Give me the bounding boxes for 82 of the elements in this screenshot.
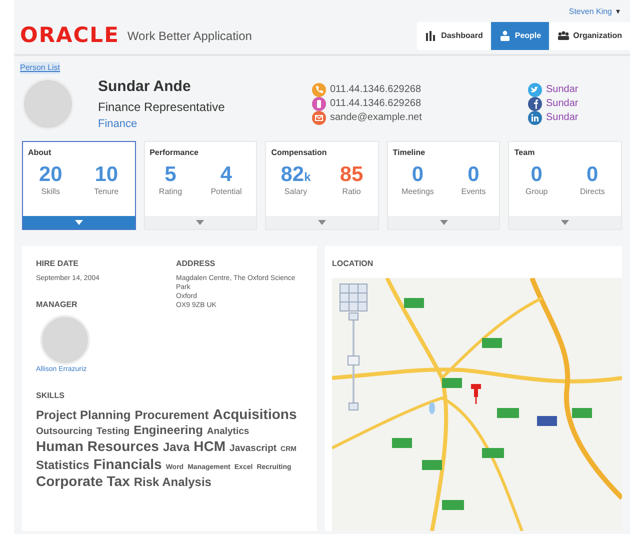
metric-card[interactable]: Timeline 0 Meetings 0 Events [386, 140, 500, 230]
card-title: Team [513, 146, 536, 158]
field-label: SKILLS [36, 390, 66, 402]
metric-label: Ratio [342, 186, 361, 198]
nav-tab[interactable]: People [490, 22, 550, 50]
skill-tag: Outsourcing [36, 426, 92, 438]
mail-icon [312, 111, 326, 125]
logo: ORACLE [20, 22, 120, 50]
skill-tag: Financials [93, 456, 162, 473]
bar-chart-icon [425, 30, 438, 42]
metric-label: Tenure [94, 186, 119, 198]
bird-icon [528, 83, 542, 97]
app-title: Work Better Application [127, 28, 252, 45]
metric-card[interactable]: Performance 5 Rating 4 Potential [144, 140, 258, 230]
phone-number: 011.44.1346.629268 [330, 97, 422, 111]
skill-tag: Javascript [230, 443, 277, 455]
skill-tag: Java [162, 440, 190, 455]
social-in-icon [528, 111, 542, 125]
metric-value: 10 [94, 162, 118, 186]
metric-value: 20 [38, 162, 62, 186]
map-zoom-control[interactable] [340, 283, 368, 410]
metric-label: Salary [284, 186, 308, 198]
field-label: LOCATION [332, 258, 374, 270]
card-title: Performance [148, 146, 200, 158]
mobile-icon [312, 97, 326, 111]
pushpin-icon [471, 384, 481, 404]
field-label: MANAGER [36, 298, 78, 310]
social-link[interactable]: Sundar [546, 97, 578, 111]
field-label: ADDRESS [176, 258, 216, 270]
person-name: Sundar Ande [98, 76, 192, 96]
metric-label: Rating [158, 186, 182, 198]
email-link[interactable]: sande@example.net [330, 111, 422, 125]
metric-label: Skills [41, 186, 60, 198]
caret-down-icon [74, 220, 83, 224]
skill-tag: Human Resources [36, 438, 159, 456]
caret-down-icon [196, 220, 204, 224]
skill-tag: HCM [194, 438, 226, 456]
caret-down-icon [440, 220, 448, 224]
card-title: Compensation [270, 146, 328, 158]
skill-tag: Risk Analysis [134, 475, 212, 490]
metric-value: 0 [530, 162, 542, 186]
metric-label: Meetings [401, 186, 434, 198]
phone-number: 011.44.1346.629268 [330, 83, 422, 97]
social-link[interactable]: Sundar [546, 83, 578, 97]
card-title: Timeline [392, 146, 426, 158]
job-title: Finance Representative [98, 99, 226, 116]
metric-card[interactable]: Team 0 Group 0 Directs [508, 140, 622, 230]
metric-label: Directs [580, 186, 605, 198]
metric-value: 0 [412, 162, 424, 186]
caret-down-icon [561, 220, 570, 224]
skill-tag: Acquisitions [212, 406, 297, 423]
skill-tag: Procurement [134, 408, 209, 422]
skill-tag: Analytics [206, 426, 250, 438]
department-link[interactable]: Finance [98, 116, 288, 132]
person-icon [498, 30, 511, 42]
metric-value: 4 [220, 162, 232, 186]
social-link[interactable]: Sundar [546, 111, 578, 125]
people-group-icon [557, 30, 570, 42]
caret-down-icon [318, 220, 326, 224]
nav-tab[interactable]: Organization [549, 22, 630, 50]
breadcrumb-link[interactable]: Person List [20, 62, 60, 74]
user-menu[interactable]: Steven King [568, 6, 612, 18]
phone-icon [312, 83, 326, 97]
field-label: HIRE DATE [36, 258, 80, 270]
card-title: About [27, 146, 52, 158]
skill-tag: Engineering [134, 423, 203, 438]
metric-value: 0 [468, 162, 480, 186]
social-f-icon [528, 97, 542, 111]
metric-label: Potential [210, 186, 242, 198]
metric-value: 0 [586, 162, 598, 186]
metric-label: Group [525, 186, 548, 198]
skill-tag: Testing [96, 426, 130, 438]
avatar-placeholder [40, 314, 90, 364]
metric-value: 5 [164, 162, 176, 186]
caret-icon[interactable]: ▾ [616, 6, 620, 18]
metric-label: Events [461, 186, 486, 198]
nav-tab[interactable]: Dashboard [417, 22, 491, 50]
skill-tag: Corporate Tax [36, 473, 130, 490]
metric-value: 85 [340, 162, 364, 186]
skill-tag: Project Planning [36, 408, 131, 422]
metric-card[interactable]: About 20 Skills 10 Tenure [22, 140, 136, 230]
skill-tag: Statistics [36, 458, 90, 472]
